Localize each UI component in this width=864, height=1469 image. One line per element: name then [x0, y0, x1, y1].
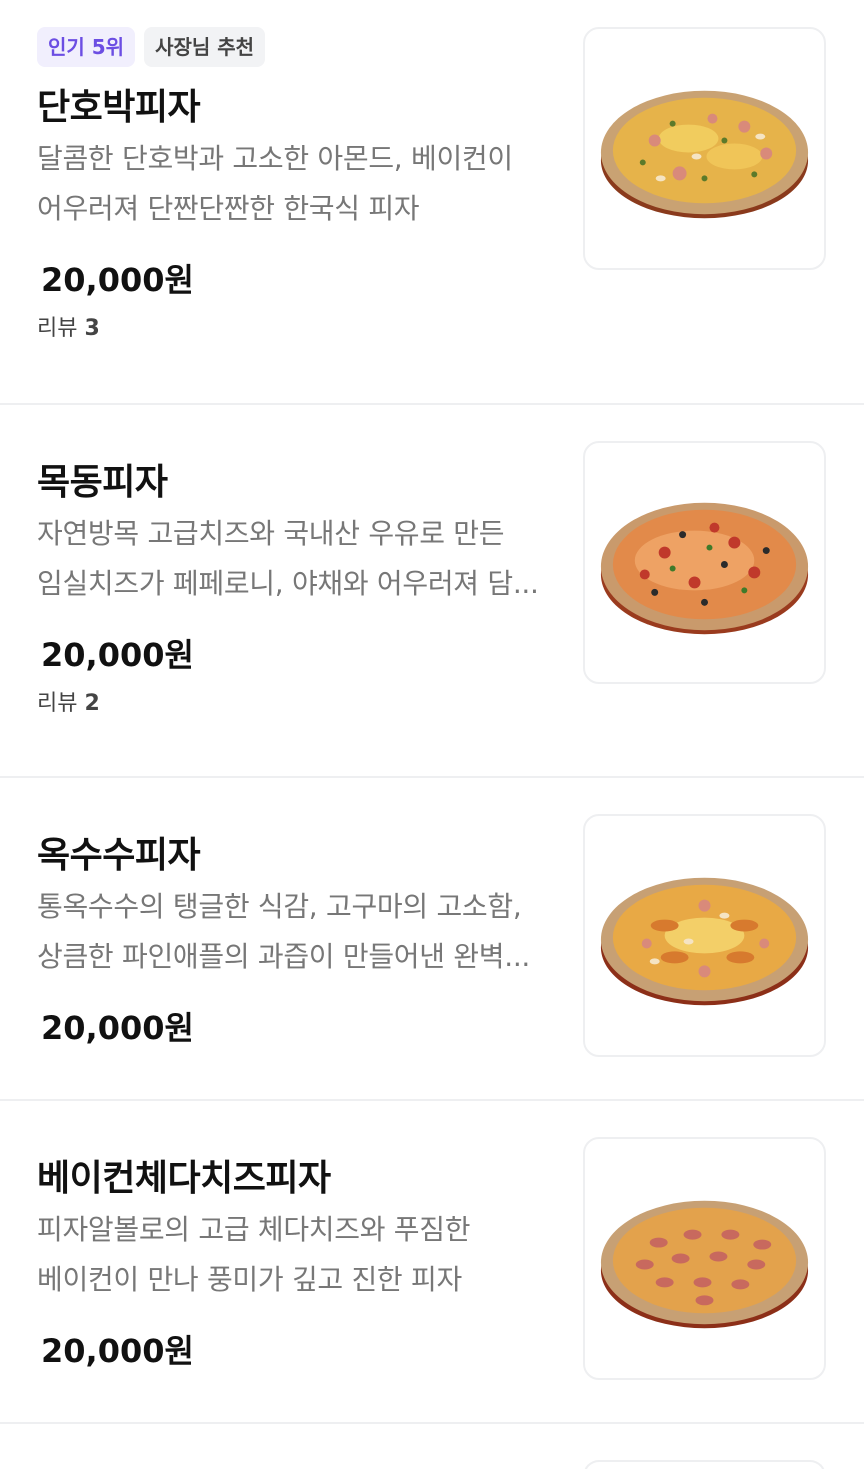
menu-item-price: 20,000원	[41, 1332, 194, 1370]
menu-item-description: 피자알볼로의 고급 체다치즈와 푸짐한 베이컨이 만나 풍미가 깊고 진한 피자	[37, 1205, 562, 1305]
description-line: 베이컨이 만나 풍미가 깊고 진한 피자	[37, 1263, 462, 1296]
menu-item-corn-pizza[interactable]: 옥수수피자 통옥수수의 탱글한 식감, 고구마의 고소함, 상큼한 파인애플의 …	[0, 778, 864, 1101]
description-line: 피자알볼로의 고급 체다치즈와 푸짐한	[37, 1213, 471, 1246]
menu-item-description: 자연방목 고급치즈와 국내산 우유로 만든 임실치즈가 페페로니, 야채와 어우…	[37, 509, 562, 609]
description-line: 통옥수수의 탱글한 식감, 고구마의 고소함,	[37, 890, 522, 923]
menu-item-mokdong-pizza[interactable]: 목동피자 자연방목 고급치즈와 국내산 우유로 만든 임실치즈가 페페로니, 야…	[0, 405, 864, 778]
review-info: 리뷰 2	[37, 689, 562, 719]
menu-item-description: 달콤한 단호박과 고소한 아몬드, 베이컨이 어우러져 단짠단짠한 한국식 피자	[37, 134, 562, 234]
review-label: 리뷰	[37, 316, 78, 341]
menu-item-sweet-pumpkin-pizza[interactable]: 인기 5위 사장님 추천 단호박피자 달콤한 단호박과 고소한 아몬드, 베이컨…	[0, 0, 864, 405]
menu-item-description: 통옥수수의 탱글한 식감, 고구마의 고소함, 상큼한 파인애플의 과즙이 만들…	[37, 882, 562, 982]
popular-rank-badge: 인기 5위	[37, 27, 136, 67]
menu-item-name: 목동피자	[37, 462, 168, 503]
menu-item-text: 옥수수피자 통옥수수의 탱글한 식감, 고구마의 고소함, 상큼한 파인애플의 …	[37, 778, 562, 1050]
pizza-image-partial[interactable]	[583, 1460, 826, 1469]
pizza-icon	[600, 502, 809, 635]
menu-item-name: 옥수수피자	[37, 835, 201, 876]
review-count: 2	[84, 691, 100, 716]
description-line: 어우러져 단짠단짠한 한국식 피자	[37, 192, 420, 225]
pizza-bacon-cheddar-image[interactable]	[583, 1137, 826, 1380]
pizza-icon	[600, 877, 809, 1006]
menu-item-text: 베이컨체다치즈피자 피자알볼로의 고급 체다치즈와 푸짐한 베이컨이 만나 풍미…	[37, 1101, 562, 1373]
owner-recommend-badge: 사장님 추천	[144, 27, 266, 67]
menu-item-bacon-cheddar-pizza[interactable]: 베이컨체다치즈피자 피자알볼로의 고급 체다치즈와 푸짐한 베이컨이 만나 풍미…	[0, 1101, 864, 1424]
pizza-icon	[600, 1200, 809, 1329]
review-label: 리뷰	[37, 691, 78, 716]
review-count: 3	[84, 316, 100, 341]
menu-item-name: 베이컨체다치즈피자	[37, 1158, 331, 1199]
description-line: 임실치즈가 페페로니, 야채와 어우러져 담...	[37, 567, 539, 600]
review-info: 리뷰 3	[37, 314, 562, 344]
pizza-mokdong-image[interactable]	[583, 441, 826, 684]
menu-item-text: 인기 5위 사장님 추천 단호박피자 달콤한 단호박과 고소한 아몬드, 베이컨…	[37, 0, 562, 344]
badge-row: 인기 5위 사장님 추천	[37, 27, 562, 67]
menu-item-text: 목동피자 자연방목 고급치즈와 국내산 우유로 만든 임실치즈가 페페로니, 야…	[37, 405, 562, 719]
menu-item-price: 20,000원	[41, 1009, 194, 1047]
pizza-sweet-pumpkin-image[interactable]	[583, 27, 826, 270]
pizza-corn-image[interactable]	[583, 814, 826, 1057]
description-line: 상큼한 파인애플의 과즙이 만들어낸 완벽...	[37, 940, 531, 973]
menu-item-name: 단호박피자	[37, 87, 201, 128]
menu-list: 인기 5위 사장님 추천 단호박피자 달콤한 단호박과 고소한 아몬드, 베이컨…	[0, 0, 864, 1469]
menu-item-price: 20,000원	[41, 636, 194, 674]
menu-item-partial[interactable]	[0, 1424, 864, 1469]
menu-item-price: 20,000원	[41, 261, 194, 299]
description-line: 자연방목 고급치즈와 국내산 우유로 만든	[37, 517, 505, 550]
pizza-icon	[600, 90, 809, 219]
description-line: 달콤한 단호박과 고소한 아몬드, 베이컨이	[37, 142, 513, 175]
